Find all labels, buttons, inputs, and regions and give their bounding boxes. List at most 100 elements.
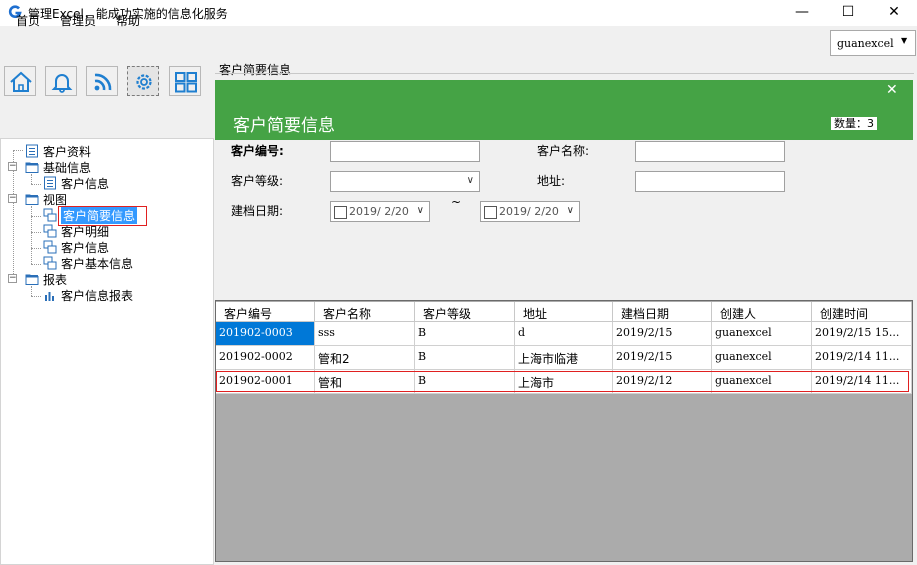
menu-admin[interactable]: 管理员 bbox=[60, 12, 96, 29]
table-cell[interactable]: guanexcel bbox=[712, 322, 812, 346]
chevron-down-icon: ▼ bbox=[901, 36, 908, 45]
tree-item-basic-info[interactable]: 基础信息 bbox=[25, 160, 145, 175]
tree-item-label: 客户基本信息 bbox=[61, 257, 134, 271]
tree-item-label: 客户信息 bbox=[61, 241, 110, 255]
panel-title: 客户简要信息 bbox=[233, 116, 335, 136]
table-cell[interactable]: 管和2 bbox=[315, 346, 415, 370]
tree-item-label: 客户信息报表 bbox=[61, 289, 134, 303]
table-cell[interactable]: sss bbox=[315, 322, 415, 346]
tree-item-label: 客户资料 bbox=[43, 145, 92, 159]
customer-code-label: 客户编号: bbox=[231, 144, 284, 158]
customer-name-input[interactable] bbox=[635, 141, 785, 162]
toolbar-feed-button[interactable] bbox=[86, 66, 118, 96]
column-header[interactable]: 客户编号 bbox=[216, 302, 315, 322]
table-cell[interactable]: 2019/2/15 15... bbox=[812, 322, 912, 346]
tree-item-view-customer-info[interactable]: 客户信息 bbox=[43, 240, 163, 255]
toolbar-dashboard-button[interactable] bbox=[169, 66, 201, 96]
row-highlight-box bbox=[216, 371, 909, 392]
tree-item-view-detail[interactable]: 客户明细 bbox=[43, 224, 163, 239]
document-icon bbox=[44, 176, 56, 190]
tree-connector bbox=[31, 184, 41, 185]
close-window-button[interactable]: ✕ bbox=[871, 0, 917, 26]
table-view-icon bbox=[43, 240, 57, 254]
folder-icon bbox=[25, 274, 39, 285]
address-input[interactable] bbox=[635, 171, 785, 192]
folder-icon bbox=[25, 194, 39, 205]
close-panel-icon[interactable]: ✕ bbox=[886, 82, 898, 98]
date-range-separator: ~ bbox=[451, 195, 462, 209]
tree-item-report-customer-info[interactable]: 客户信息报表 bbox=[43, 288, 163, 303]
bell-icon bbox=[51, 74, 73, 93]
date-to-picker[interactable]: 2019/ 2/20 ∨ bbox=[480, 201, 580, 222]
tree-item-label: 客户明细 bbox=[61, 225, 110, 239]
gear-icon bbox=[136, 74, 152, 90]
minimize-button[interactable]: — bbox=[779, 0, 825, 26]
document-icon bbox=[26, 144, 38, 158]
menu-help[interactable]: 帮助 bbox=[116, 12, 140, 29]
rss-icon bbox=[94, 73, 112, 91]
chevron-down-icon: ∨ bbox=[416, 205, 424, 216]
user-select[interactable]: guanexcel ▼ bbox=[830, 30, 916, 56]
toolbar-settings-button[interactable] bbox=[127, 66, 159, 96]
table-cell[interactable]: guanexcel bbox=[712, 346, 812, 370]
column-header[interactable]: 创建人 bbox=[712, 302, 812, 322]
tree-connector bbox=[31, 248, 41, 249]
table-cell[interactable]: 2019/2/14 11... bbox=[812, 346, 912, 370]
tree-item-view[interactable]: 视图 bbox=[25, 192, 145, 207]
chevron-down-icon: ∨ bbox=[566, 205, 574, 216]
table-cell[interactable]: 上海市临港 bbox=[515, 346, 613, 370]
table-view-icon bbox=[43, 208, 57, 222]
customer-level-select[interactable]: ∨ bbox=[330, 171, 480, 192]
tree-item-basic-customer-info[interactable]: 客户信息 bbox=[43, 176, 163, 191]
column-header[interactable]: 地址 bbox=[515, 302, 613, 322]
tree-connector bbox=[31, 286, 32, 296]
date-from-checkbox[interactable] bbox=[334, 206, 347, 219]
user-select-value: guanexcel bbox=[837, 37, 894, 50]
toolbar-notification-button[interactable] bbox=[45, 66, 77, 96]
tree-item-label: 基础信息 bbox=[43, 161, 92, 175]
tree-connector bbox=[31, 264, 41, 265]
address-label: 地址: bbox=[537, 174, 566, 188]
date-to-checkbox[interactable] bbox=[484, 206, 497, 219]
tree-connector bbox=[13, 150, 23, 151]
tree-connector bbox=[31, 174, 32, 184]
toolbar-home-button[interactable] bbox=[4, 66, 36, 96]
table-cell[interactable]: d bbox=[515, 322, 613, 346]
panel-caption: 客户简要信息 bbox=[219, 63, 292, 77]
customer-code-input[interactable] bbox=[330, 141, 480, 162]
customer-name-label: 客户名称: bbox=[537, 144, 590, 158]
table-cell[interactable]: B bbox=[415, 346, 515, 370]
column-header[interactable]: 客户名称 bbox=[315, 302, 415, 322]
table-cell[interactable]: B bbox=[415, 322, 515, 346]
tree-item-customer-data[interactable]: 客户资料 bbox=[25, 144, 145, 159]
tree-connector bbox=[31, 216, 41, 217]
menu-bar bbox=[0, 26, 917, 62]
menu-home[interactable]: 首页 bbox=[16, 12, 40, 29]
panel-divider bbox=[215, 73, 914, 74]
bar-chart-icon bbox=[45, 292, 54, 301]
tree-connector bbox=[31, 232, 41, 233]
column-header[interactable]: 创建时间 bbox=[812, 302, 912, 322]
table-cell[interactable]: 201902-0002 bbox=[216, 346, 315, 370]
tree-connector bbox=[31, 206, 32, 264]
date-from-value: 2019/ 2/20 bbox=[349, 205, 409, 218]
table-cell[interactable]: 2019/2/15 bbox=[613, 322, 712, 346]
customer-level-label: 客户等级: bbox=[231, 174, 284, 188]
tree-item-view-basic[interactable]: 客户基本信息 bbox=[43, 256, 163, 271]
record-count-badge: 数量：3 bbox=[831, 117, 877, 130]
table-view-icon bbox=[43, 256, 57, 270]
tree-item-report[interactable]: 报表 bbox=[25, 272, 145, 287]
tree-item-label: 客户信息 bbox=[61, 177, 110, 191]
column-header[interactable]: 建档日期 bbox=[613, 302, 712, 322]
tree-expander-report[interactable]: − bbox=[8, 274, 17, 283]
tree-connector bbox=[31, 296, 41, 297]
table-cell[interactable]: 201902-0003 bbox=[216, 322, 315, 346]
table-view-icon bbox=[43, 224, 57, 238]
tree-expander-view[interactable]: − bbox=[8, 194, 17, 203]
date-from-picker[interactable]: 2019/ 2/20 ∨ bbox=[330, 201, 430, 222]
home-icon bbox=[10, 71, 32, 92]
column-header[interactable]: 客户等级 bbox=[415, 302, 515, 322]
tree-expander-basic-info[interactable]: − bbox=[8, 162, 17, 171]
maximize-button[interactable]: ☐ bbox=[825, 0, 871, 26]
table-cell[interactable]: 2019/2/15 bbox=[613, 346, 712, 370]
